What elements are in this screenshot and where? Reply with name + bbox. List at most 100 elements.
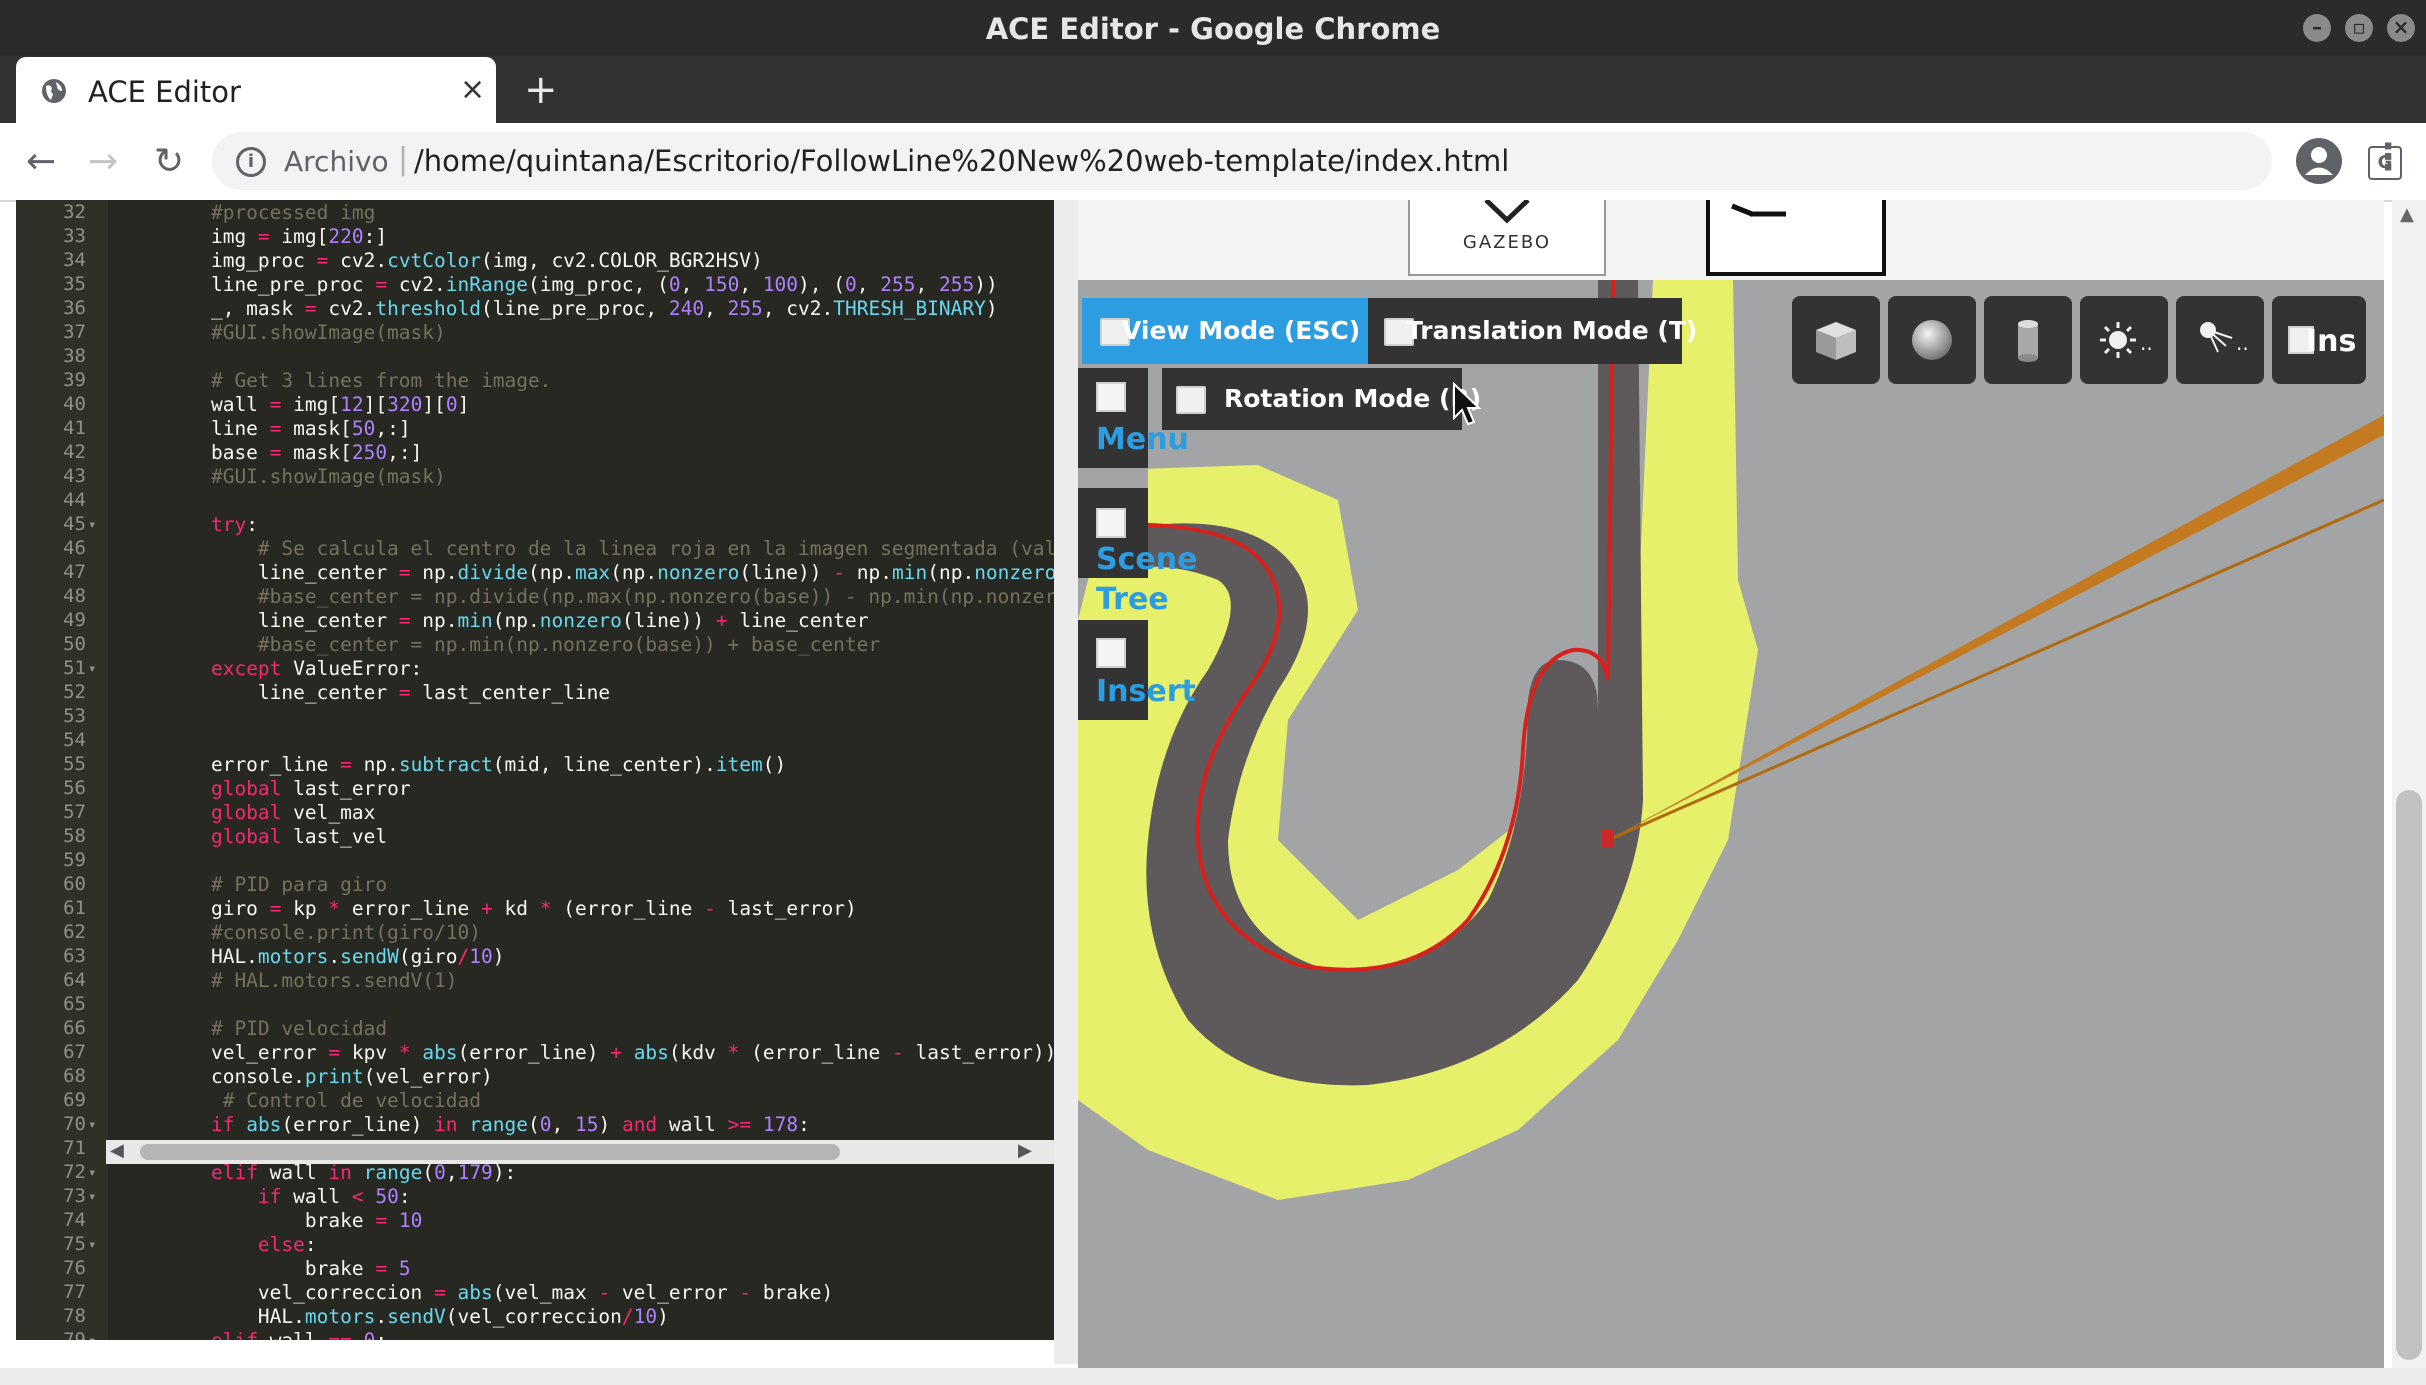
code-line[interactable]: # Control de velocidad bbox=[164, 1089, 481, 1112]
insert-tab[interactable]: Insert bbox=[1078, 620, 1196, 720]
code-line[interactable]: console.print(vel_error) bbox=[164, 1065, 493, 1088]
code-line[interactable]: #GUI.showImage(mask) bbox=[164, 465, 446, 488]
line-number: 43 bbox=[63, 465, 86, 487]
cylinder-tool-button[interactable] bbox=[1984, 296, 2072, 384]
panel-splitter[interactable] bbox=[1054, 200, 1078, 1364]
url-text[interactable]: /home/quintana/Escritorio/FollowLine%20N… bbox=[414, 144, 1509, 178]
sphere-tool-button[interactable] bbox=[1888, 296, 1976, 384]
code-line[interactable]: global last_error bbox=[164, 777, 411, 800]
code-line[interactable]: brake = 5 bbox=[164, 1257, 411, 1280]
code-line[interactable]: wall = img[12][320][0] bbox=[164, 393, 469, 416]
reload-icon[interactable]: ↻ bbox=[154, 141, 184, 182]
code-line[interactable]: #console.print(giro/10) bbox=[164, 921, 481, 944]
code-line[interactable]: # PID para giro bbox=[164, 873, 387, 896]
line-number: 52 bbox=[63, 681, 86, 703]
code-line[interactable]: base = mask[250,:] bbox=[164, 441, 422, 464]
3d-scene-viewport[interactable] bbox=[1078, 280, 2384, 1368]
code-line[interactable]: elif wall in range(0,179): bbox=[164, 1161, 516, 1184]
new-tab-icon[interactable]: + bbox=[524, 67, 558, 113]
code-line[interactable]: img = img[220:] bbox=[164, 225, 387, 248]
code-line[interactable]: #base_center = np.min(np.nonzero(base)) … bbox=[164, 633, 880, 656]
maximize-icon[interactable]: ▫ bbox=[2345, 14, 2373, 42]
gazebo-secondary-logo bbox=[1706, 200, 1886, 276]
view-mode-button[interactable]: View Mode (ESC) bbox=[1082, 298, 1368, 364]
code-line[interactable]: img_proc = cv2.cvtColor(img, cv2.COLOR_B… bbox=[164, 249, 763, 272]
point-light-tool-button[interactable]: .. bbox=[2080, 296, 2168, 384]
address-bar[interactable]: i Archivo | /home/quintana/Escritorio/Fo… bbox=[212, 132, 2402, 190]
svg-text:..: .. bbox=[2140, 331, 2153, 355]
code-line[interactable]: try: bbox=[164, 513, 258, 536]
code-line[interactable]: if abs(error_line) in range(0, 15) and w… bbox=[164, 1113, 810, 1136]
code-line[interactable]: vel_error = kpv * abs(error_line) + abs(… bbox=[164, 1041, 1056, 1064]
rotation-mode-button[interactable]: Rotation Mode (R) bbox=[1162, 368, 1481, 430]
line-number: 73 bbox=[63, 1185, 86, 1207]
code-line[interactable]: line_center = np.divide(np.max(np.nonzer… bbox=[164, 561, 1068, 584]
url-separator: | bbox=[398, 142, 409, 177]
line-number: 41 bbox=[63, 417, 86, 439]
scroll-right-arrow-icon[interactable]: ▶ bbox=[1018, 1140, 1032, 1161]
code-line[interactable]: #processed img bbox=[164, 201, 375, 224]
code-line[interactable]: error_line = np.subtract(mid, line_cente… bbox=[164, 753, 786, 776]
code-line[interactable]: #GUI.showImage(mask) bbox=[164, 321, 446, 344]
code-line[interactable]: HAL.motors.sendW(giro/10) bbox=[164, 945, 505, 968]
page-bottom-strip bbox=[0, 1368, 2426, 1385]
page-vertical-scroll-thumb[interactable] bbox=[2396, 790, 2422, 1360]
line-number: 33 bbox=[63, 225, 86, 247]
point-light-icon: .. bbox=[2100, 322, 2153, 358]
code-line[interactable]: if wall < 50: bbox=[164, 1185, 411, 1208]
code-line[interactable]: global last_vel bbox=[164, 825, 387, 848]
editor-horizontal-scroll-thumb[interactable] bbox=[140, 1144, 840, 1160]
code-line[interactable]: elif wall == 0: bbox=[164, 1329, 387, 1340]
scene-tree-label[interactable]: Scene Tree bbox=[1096, 540, 1216, 620]
code-line[interactable]: global vel_max bbox=[164, 801, 375, 824]
kebab-menu-icon[interactable]: ⋮ bbox=[2370, 137, 2406, 178]
tab-ace-editor[interactable]: ACE Editor × bbox=[16, 57, 496, 123]
close-window-icon[interactable]: × bbox=[2387, 14, 2415, 42]
code-line[interactable]: vel_correccion = abs(vel_max - vel_error… bbox=[164, 1281, 833, 1304]
minimize-icon[interactable]: – bbox=[2303, 14, 2331, 42]
line-number: 37 bbox=[63, 321, 86, 343]
fold-arrow-icon[interactable]: ▾ bbox=[88, 661, 96, 677]
forward-arrow-icon[interactable]: → bbox=[88, 141, 118, 182]
translation-mode-button[interactable]: Translation Mode (T) bbox=[1368, 298, 1697, 364]
tab-close-icon[interactable]: × bbox=[460, 72, 485, 107]
fold-arrow-icon[interactable]: ▾ bbox=[88, 1165, 96, 1181]
info-icon[interactable]: i bbox=[236, 147, 266, 177]
profile-avatar-icon[interactable] bbox=[2296, 138, 2342, 184]
code-line[interactable]: # HAL.motors.sendV(1) bbox=[164, 969, 458, 992]
code-line[interactable]: line = mask[50,:] bbox=[164, 417, 411, 440]
code-line[interactable]: line_center = np.min(np.nonzero(line)) +… bbox=[164, 609, 869, 632]
back-arrow-icon[interactable]: ← bbox=[26, 141, 56, 182]
code-line[interactable]: brake = 10 bbox=[164, 1209, 422, 1232]
insert-tool-button[interactable]: Ins bbox=[2272, 296, 2366, 384]
code-line[interactable]: # Get 3 lines from the image. bbox=[164, 369, 551, 392]
code-line[interactable]: # Se calcula el centro de la linea roja … bbox=[164, 537, 1068, 560]
line-number: 74 bbox=[63, 1209, 86, 1231]
code-editor[interactable]: 32 #processed img 33 img = img[220:] 34 im… bbox=[16, 200, 1070, 1340]
box-tool-button[interactable] bbox=[1792, 296, 1880, 384]
code-line[interactable]: #base_center = np.divide(np.max(np.nonze… bbox=[164, 585, 1068, 608]
line-number: 69 bbox=[63, 1089, 86, 1111]
line-number: 53 bbox=[63, 705, 86, 727]
fold-arrow-icon[interactable]: ▾ bbox=[88, 1237, 96, 1253]
fold-arrow-icon[interactable]: ▾ bbox=[88, 1117, 96, 1133]
menu-image-icon bbox=[1096, 382, 1126, 412]
fold-arrow-icon[interactable]: ▾ bbox=[88, 517, 96, 533]
code-line[interactable]: except ValueError: bbox=[164, 657, 422, 680]
menu-tab[interactable]: Menu bbox=[1078, 368, 1189, 468]
code-line[interactable]: line_pre_proc = cv2.inRange(img_proc, (0… bbox=[164, 273, 998, 296]
scroll-up-arrow-icon[interactable]: ▲ bbox=[2400, 204, 2414, 225]
fold-arrow-icon[interactable]: ▾ bbox=[88, 1189, 96, 1205]
code-line[interactable]: # PID velocidad bbox=[164, 1017, 387, 1040]
code-line[interactable]: line_center = last_center_line bbox=[164, 681, 610, 704]
line-number: 35 bbox=[63, 273, 86, 295]
code-line[interactable]: else: bbox=[164, 1233, 317, 1256]
scroll-left-arrow-icon[interactable]: ◀ bbox=[110, 1140, 124, 1161]
fold-arrow-icon[interactable]: ▾ bbox=[88, 1333, 96, 1340]
line-number: 44 bbox=[63, 489, 86, 511]
code-line[interactable]: giro = kp * error_line + kd * (error_lin… bbox=[164, 897, 857, 920]
code-line[interactable]: HAL.motors.sendV(vel_correccion/10) bbox=[164, 1305, 669, 1328]
spot-light-tool-button[interactable]: .. bbox=[2176, 296, 2264, 384]
line-number: 75 bbox=[63, 1233, 86, 1255]
code-line[interactable]: _, mask = cv2.threshold(line_pre_proc, 2… bbox=[164, 297, 998, 320]
